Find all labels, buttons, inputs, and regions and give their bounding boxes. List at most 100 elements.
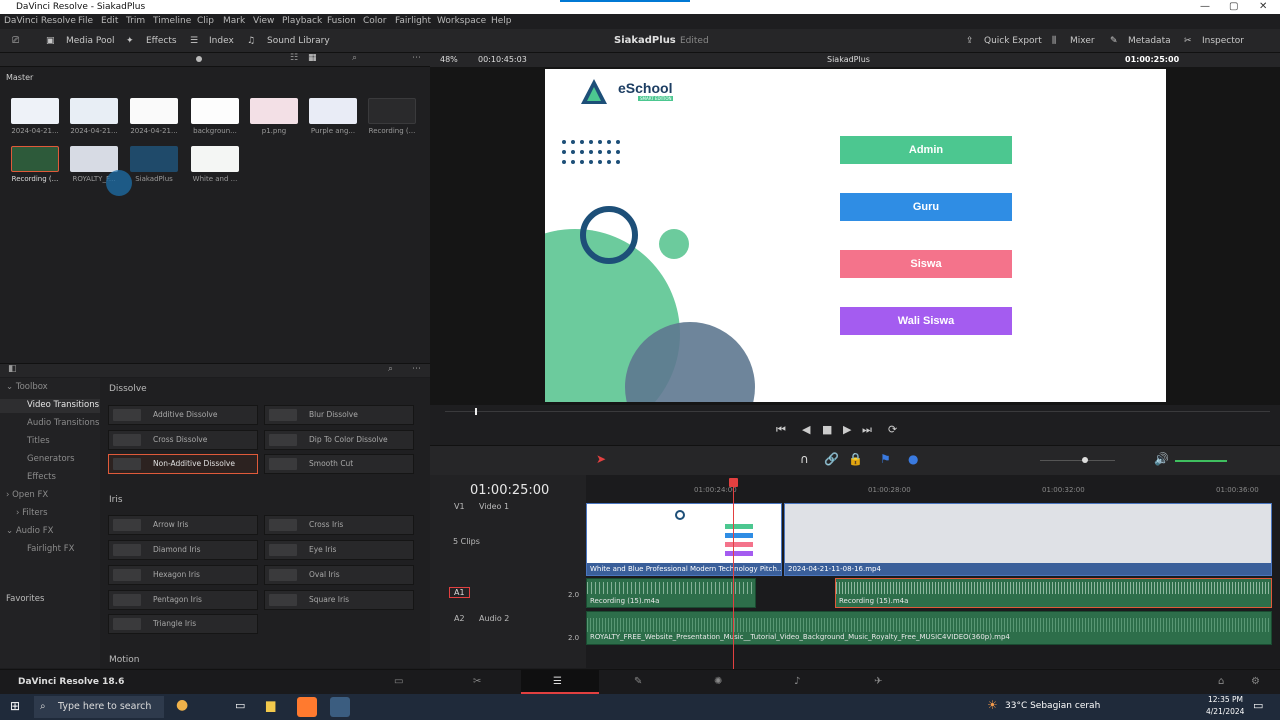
maximize-icon[interactable]: ▢ <box>1229 0 1238 14</box>
zoom-slider-handle[interactable] <box>1082 457 1088 463</box>
taskbar-search[interactable]: ⌕ Type here to search <box>34 696 164 718</box>
menu-playback[interactable]: Playback <box>282 14 322 29</box>
viewer-timeline-name[interactable]: SiakadPlus <box>827 53 870 67</box>
media-thumb[interactable] <box>70 146 118 172</box>
edit-page-icon[interactable]: ☰ <box>553 676 562 687</box>
media-thumb[interactable] <box>130 146 178 172</box>
fx-square-iris[interactable]: Square Iris <box>264 590 414 610</box>
app-icon[interactable] <box>297 697 317 717</box>
fx-blur-dissolve[interactable]: Blur Dissolve <box>264 405 414 425</box>
loop-icon[interactable]: ⟳ <box>888 423 897 436</box>
fx-hexagon-iris[interactable]: Hexagon Iris <box>108 565 258 585</box>
open-fx-toggle[interactable]: › Open FX <box>6 490 48 500</box>
link-icon[interactable]: 🔗 <box>824 452 839 466</box>
sidebar-item-video-transitions[interactable]: Video Transitions <box>27 400 99 410</box>
sidebar-item-generators[interactable]: Generators <box>27 454 75 464</box>
more-options-icon[interactable]: ⋯ <box>412 53 421 63</box>
layout-icon[interactable]: ⎚ <box>12 29 19 53</box>
fx-eye-iris[interactable]: Eye Iris <box>264 540 414 560</box>
fx-pentagon-iris[interactable]: Pentagon Iris <box>108 590 258 610</box>
media-thumb[interactable] <box>309 98 357 124</box>
task-view-icon[interactable]: ▭ <box>235 699 245 712</box>
filters-toggle[interactable]: › Filters <box>16 508 48 518</box>
menu-timeline[interactable]: Timeline <box>153 14 191 29</box>
go-to-end-icon[interactable]: ⏭ <box>862 423 872 437</box>
inspector-button[interactable]: Inspector <box>1202 29 1244 53</box>
metadata-button[interactable]: Metadata <box>1128 29 1171 53</box>
zoom-slider[interactable] <box>1040 460 1115 461</box>
fx-triangle-iris[interactable]: Triangle Iris <box>108 614 258 634</box>
fx-arrow-iris[interactable]: Arrow Iris <box>108 515 258 535</box>
media-thumb[interactable] <box>250 98 298 124</box>
media-thumb[interactable] <box>70 98 118 124</box>
menu-help[interactable]: Help <box>491 14 512 29</box>
clock-time[interactable]: 12:35 PM <box>1208 695 1243 704</box>
effects-more-icon[interactable]: ⋯ <box>412 364 421 374</box>
home-icon[interactable]: ⌂ <box>1218 676 1224 687</box>
minimize-icon[interactable]: — <box>1200 0 1210 14</box>
fx-dip-to-color-dissolve[interactable]: Dip To Color Dissolve <box>264 430 414 450</box>
fairlight-page-icon[interactable]: ♪ <box>794 676 800 687</box>
menu-workspace[interactable]: Workspace <box>437 14 486 29</box>
fx-non-additive-dissolve[interactable]: Non-Additive Dissolve <box>108 454 258 474</box>
notification-icon[interactable]: ▭ <box>1253 699 1263 712</box>
scrubber-bar[interactable] <box>445 411 1270 412</box>
audio-fx-toggle[interactable]: ⌄ Audio FX <box>6 526 53 536</box>
search-icon[interactable]: ⌕ <box>352 53 357 63</box>
media-thumb[interactable] <box>11 98 59 124</box>
lock-icon[interactable]: 🔒 <box>848 452 863 466</box>
zoom-slider-handle[interactable] <box>196 56 202 62</box>
menu-clip[interactable]: Clip <box>197 14 214 29</box>
video-clip[interactable]: 2024-04-21-11-08-16.mp4 <box>784 503 1272 576</box>
volume-slider[interactable] <box>1175 460 1227 462</box>
flag-icon[interactable]: ⚑ <box>880 452 891 466</box>
menu-fairlight[interactable]: Fairlight <box>395 14 431 29</box>
windows-start-icon[interactable]: ⊞ <box>10 699 20 713</box>
panel-toggle-icon[interactable]: ◧ <box>8 364 17 374</box>
settings-icon[interactable]: ⚙ <box>1251 676 1260 687</box>
quick-export-button[interactable]: Quick Export <box>984 29 1042 53</box>
file-explorer-icon[interactable]: ▆ <box>266 698 275 712</box>
menu-mark[interactable]: Mark <box>223 14 245 29</box>
audio-clip[interactable]: Recording (15).m4a <box>835 578 1272 608</box>
go-to-start-icon[interactable]: ⏮ <box>776 423 786 437</box>
media-thumb[interactable] <box>191 98 239 124</box>
sidebar-item-titles[interactable]: Titles <box>27 436 50 446</box>
effects-search-icon[interactable]: ⌕ <box>388 364 393 374</box>
sidebar-item-audio-transitions[interactable]: Audio Transitions <box>27 418 99 428</box>
menu-edit[interactable]: Edit <box>101 14 118 29</box>
media-thumb[interactable] <box>191 146 239 172</box>
stop-icon[interactable]: ■ <box>822 423 832 436</box>
menu-fusion[interactable]: Fusion <box>327 14 356 29</box>
zoom-level[interactable]: 48% <box>440 53 458 67</box>
a2-track-name[interactable]: Audio 2 <box>479 614 509 623</box>
a1-label[interactable]: A1 <box>449 587 470 598</box>
fx-cross-dissolve[interactable]: Cross Dissolve <box>108 430 258 450</box>
v1-track-name[interactable]: Video 1 <box>479 502 509 511</box>
menu-view[interactable]: View <box>253 14 274 29</box>
menu-trim[interactable]: Trim <box>126 14 145 29</box>
deliver-page-icon[interactable]: ✈ <box>874 676 882 687</box>
index-button[interactable]: Index <box>209 29 234 53</box>
menu-file[interactable]: File <box>78 14 93 29</box>
weather-widget-icon[interactable]: ● <box>176 697 188 713</box>
color-page-icon[interactable]: ✺ <box>714 676 722 687</box>
toolbox-toggle[interactable]: ⌄ Toolbox <box>6 382 48 392</box>
audio-clip[interactable]: ROYALTY_FREE_Website_Presentation_Music_… <box>586 611 1272 645</box>
audio-clip[interactable]: Recording (15).m4a <box>586 578 756 608</box>
list-view-icon[interactable]: ☷ <box>290 53 298 63</box>
media-thumb-selected[interactable] <box>11 146 59 172</box>
favorites-header[interactable]: Favorites <box>6 594 44 604</box>
volume-icon[interactable]: 🔊 <box>1154 452 1169 466</box>
fx-smooth-cut[interactable]: Smooth Cut <box>264 454 414 474</box>
clock-date[interactable]: 4/21/2024 <box>1206 707 1244 716</box>
effects-button[interactable]: Effects <box>146 29 177 53</box>
sidebar-item-effects[interactable]: Effects <box>27 472 56 482</box>
menu-color[interactable]: Color <box>363 14 387 29</box>
mixer-button[interactable]: Mixer <box>1070 29 1095 53</box>
grid-view-icon[interactable]: ▦ <box>308 53 317 63</box>
davinci-taskbar-icon[interactable] <box>330 697 350 717</box>
scrubber-handle[interactable] <box>475 408 477 415</box>
fx-oval-iris[interactable]: Oval Iris <box>264 565 414 585</box>
fx-cross-iris[interactable]: Cross Iris <box>264 515 414 535</box>
